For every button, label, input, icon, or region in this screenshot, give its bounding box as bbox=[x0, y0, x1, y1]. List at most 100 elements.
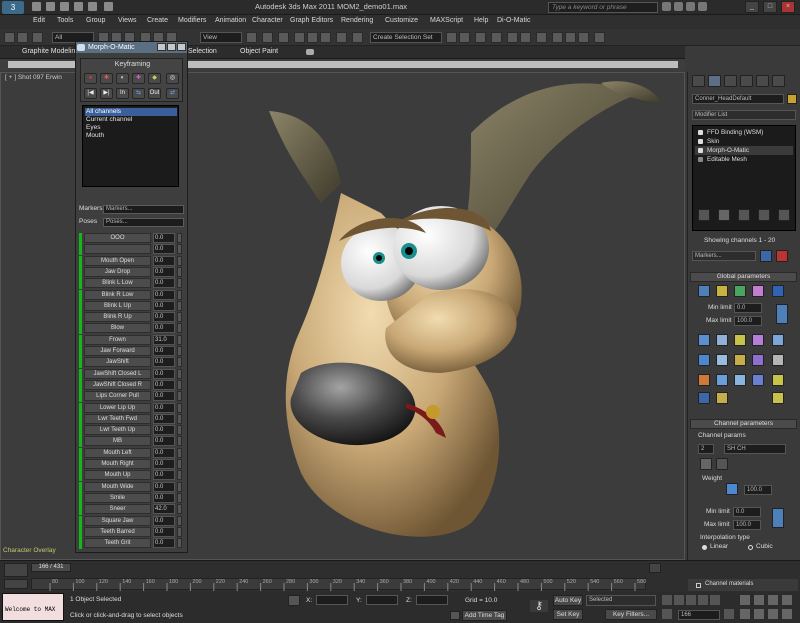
channel-name-button[interactable]: Lwr Teeth Up bbox=[84, 425, 151, 436]
channel-name-button[interactable]: Blink R Up bbox=[84, 312, 151, 323]
channel-spinner[interactable] bbox=[177, 346, 182, 356]
field-of-view-icon[interactable] bbox=[740, 609, 750, 619]
tool-icon-17[interactable] bbox=[716, 392, 728, 404]
channel-spinner[interactable] bbox=[177, 504, 182, 515]
redo-icon[interactable] bbox=[88, 2, 97, 11]
key-add-button[interactable]: ✚ bbox=[132, 73, 145, 84]
channel-name-button[interactable]: Lips Corner Pull bbox=[84, 391, 151, 402]
next-key-icon[interactable] bbox=[698, 595, 708, 605]
channel-row[interactable]: Mouth Wide 0.0 bbox=[79, 481, 185, 493]
tool-icon-14[interactable] bbox=[752, 374, 764, 386]
channel-row[interactable]: Sneer 42.0 bbox=[79, 504, 185, 516]
channel-name-button[interactable]: Lwr Teeth Fwd bbox=[84, 413, 151, 424]
time-configuration-icon[interactable] bbox=[724, 609, 734, 619]
maximize-viewport-icon[interactable] bbox=[782, 609, 792, 619]
pivot-center-button[interactable] bbox=[246, 32, 257, 43]
channel-spinner[interactable] bbox=[177, 357, 182, 368]
channel-spinner[interactable] bbox=[177, 289, 182, 300]
layer-manager-button[interactable] bbox=[475, 32, 486, 43]
channel-row[interactable]: Blink L Low 0.0 bbox=[79, 278, 185, 290]
channel-spinner[interactable] bbox=[177, 312, 182, 323]
tool-icon-4[interactable] bbox=[752, 334, 764, 346]
min-limit-input[interactable]: 0.0 bbox=[734, 303, 762, 313]
channel-name-button[interactable]: Lower Lip Up bbox=[84, 402, 151, 413]
channel-row[interactable]: Blink L Up 0.0 bbox=[79, 300, 185, 312]
channel-spinner[interactable] bbox=[177, 402, 182, 413]
tab-graphite-modeling[interactable]: Graphite Modeling bbox=[22, 48, 79, 55]
channel-spinner[interactable] bbox=[177, 515, 182, 526]
channel-name-button[interactable]: Blink L Low bbox=[84, 278, 151, 289]
zoom-extents-icon[interactable] bbox=[768, 595, 778, 605]
menu-animation[interactable]: Animation bbox=[215, 17, 246, 24]
global-icon-3[interactable] bbox=[734, 285, 746, 297]
tool-icon-16[interactable] bbox=[698, 392, 710, 404]
current-frame-input[interactable]: 166 bbox=[678, 610, 720, 620]
channel-row[interactable]: Square Jaw 0.0 bbox=[79, 515, 185, 527]
y-coordinate-input[interactable] bbox=[366, 595, 398, 605]
expand-icon[interactable] bbox=[698, 157, 703, 162]
channel-value-input[interactable]: 0.0 bbox=[153, 526, 175, 537]
channel-row[interactable]: Blink R Up 0.0 bbox=[79, 312, 185, 324]
menu-customize[interactable]: Customize bbox=[385, 17, 418, 24]
bulb-icon[interactable] bbox=[698, 139, 703, 144]
menu-group[interactable]: Group bbox=[86, 17, 105, 24]
help-icon[interactable] bbox=[698, 2, 707, 11]
tool-icon-15[interactable] bbox=[772, 374, 784, 386]
channel-options-icon[interactable] bbox=[716, 458, 728, 470]
channel-row[interactable]: 0.0 bbox=[79, 244, 185, 256]
communication-center-icon[interactable] bbox=[674, 2, 683, 11]
object-color-swatch[interactable] bbox=[787, 94, 797, 104]
tool-icon-12[interactable] bbox=[716, 374, 728, 386]
channel-row[interactable]: Jaw Drop 0.0 bbox=[79, 266, 185, 278]
channel-value-input[interactable]: 0.0 bbox=[153, 413, 175, 424]
radio-linear[interactable] bbox=[702, 545, 707, 550]
channel-name-button[interactable]: Teeth Grit bbox=[84, 538, 151, 549]
channel-value-input[interactable]: 0.0 bbox=[153, 233, 175, 243]
keyboard-shortcut-button[interactable] bbox=[278, 32, 289, 43]
channel-value-input[interactable]: 31.0 bbox=[153, 334, 175, 345]
next-frame-icon[interactable] bbox=[649, 563, 661, 573]
channel-value-input[interactable]: 0.0 bbox=[153, 255, 175, 266]
limit-link-icon[interactable] bbox=[776, 304, 788, 324]
channel-pick-icon[interactable] bbox=[700, 458, 712, 470]
channel-value-input[interactable]: 0.0 bbox=[153, 436, 175, 447]
channel-row[interactable]: OOO 0.0 bbox=[79, 233, 185, 244]
stack-item-editable-mesh[interactable]: Editable Mesh bbox=[695, 155, 793, 164]
channel-spinner[interactable] bbox=[177, 368, 182, 379]
channel-row[interactable]: Mouth Right 0.0 bbox=[79, 459, 185, 470]
edit-named-selection-button[interactable] bbox=[352, 32, 363, 43]
tool-icon-1[interactable] bbox=[698, 334, 710, 346]
channel-spinner[interactable] bbox=[177, 470, 182, 481]
key-power-button[interactable]: ◎ bbox=[166, 73, 179, 84]
render-teapot-icon[interactable] bbox=[594, 32, 605, 43]
channel-spinner[interactable] bbox=[177, 526, 182, 537]
channel-value-input[interactable]: 0.0 bbox=[153, 289, 175, 300]
time-tag-icon[interactable] bbox=[450, 611, 460, 620]
align-button[interactable] bbox=[459, 32, 470, 43]
channel-name-button[interactable] bbox=[84, 244, 151, 255]
utilities-tab-icon[interactable] bbox=[772, 75, 785, 87]
track-bar-toggle-icon[interactable] bbox=[4, 579, 28, 589]
channel-name-button[interactable]: Jaw Forward bbox=[84, 346, 151, 356]
quick-render-button[interactable] bbox=[578, 32, 589, 43]
add-time-tag-button[interactable]: Add Time Tag bbox=[462, 610, 507, 621]
key-toggle-button[interactable]: ◐ bbox=[116, 73, 129, 84]
channel-row[interactable]: Jaw Forward 0.0 bbox=[79, 346, 185, 357]
tool-icon-2[interactable] bbox=[716, 334, 728, 346]
weight-key-icon[interactable] bbox=[726, 483, 738, 495]
menu-edit[interactable]: Edit bbox=[33, 17, 45, 24]
channel-row[interactable]: JawShift Closed R 0.0 bbox=[79, 379, 185, 391]
named-selection-dropdown[interactable]: Create Selection Set bbox=[370, 32, 442, 43]
channel-row[interactable]: Blink R Low 0.0 bbox=[79, 289, 185, 301]
menu-graph-editors[interactable]: Graph Editors bbox=[290, 17, 333, 24]
key-icon[interactable]: ⚷ bbox=[530, 600, 548, 612]
channel-name-button[interactable]: Mouth Open bbox=[84, 255, 151, 266]
list-item[interactable]: Current channel bbox=[85, 116, 177, 124]
global-icon-2[interactable] bbox=[716, 285, 728, 297]
channel-value-input[interactable]: 0.0 bbox=[153, 368, 175, 379]
link-button[interactable] bbox=[32, 32, 43, 43]
new-file-icon[interactable] bbox=[32, 2, 41, 11]
goto-end-icon[interactable] bbox=[710, 595, 720, 605]
channel-parameters-rollout[interactable]: Channel parameters bbox=[690, 419, 797, 429]
channel-value-input[interactable]: 0.0 bbox=[153, 346, 175, 356]
